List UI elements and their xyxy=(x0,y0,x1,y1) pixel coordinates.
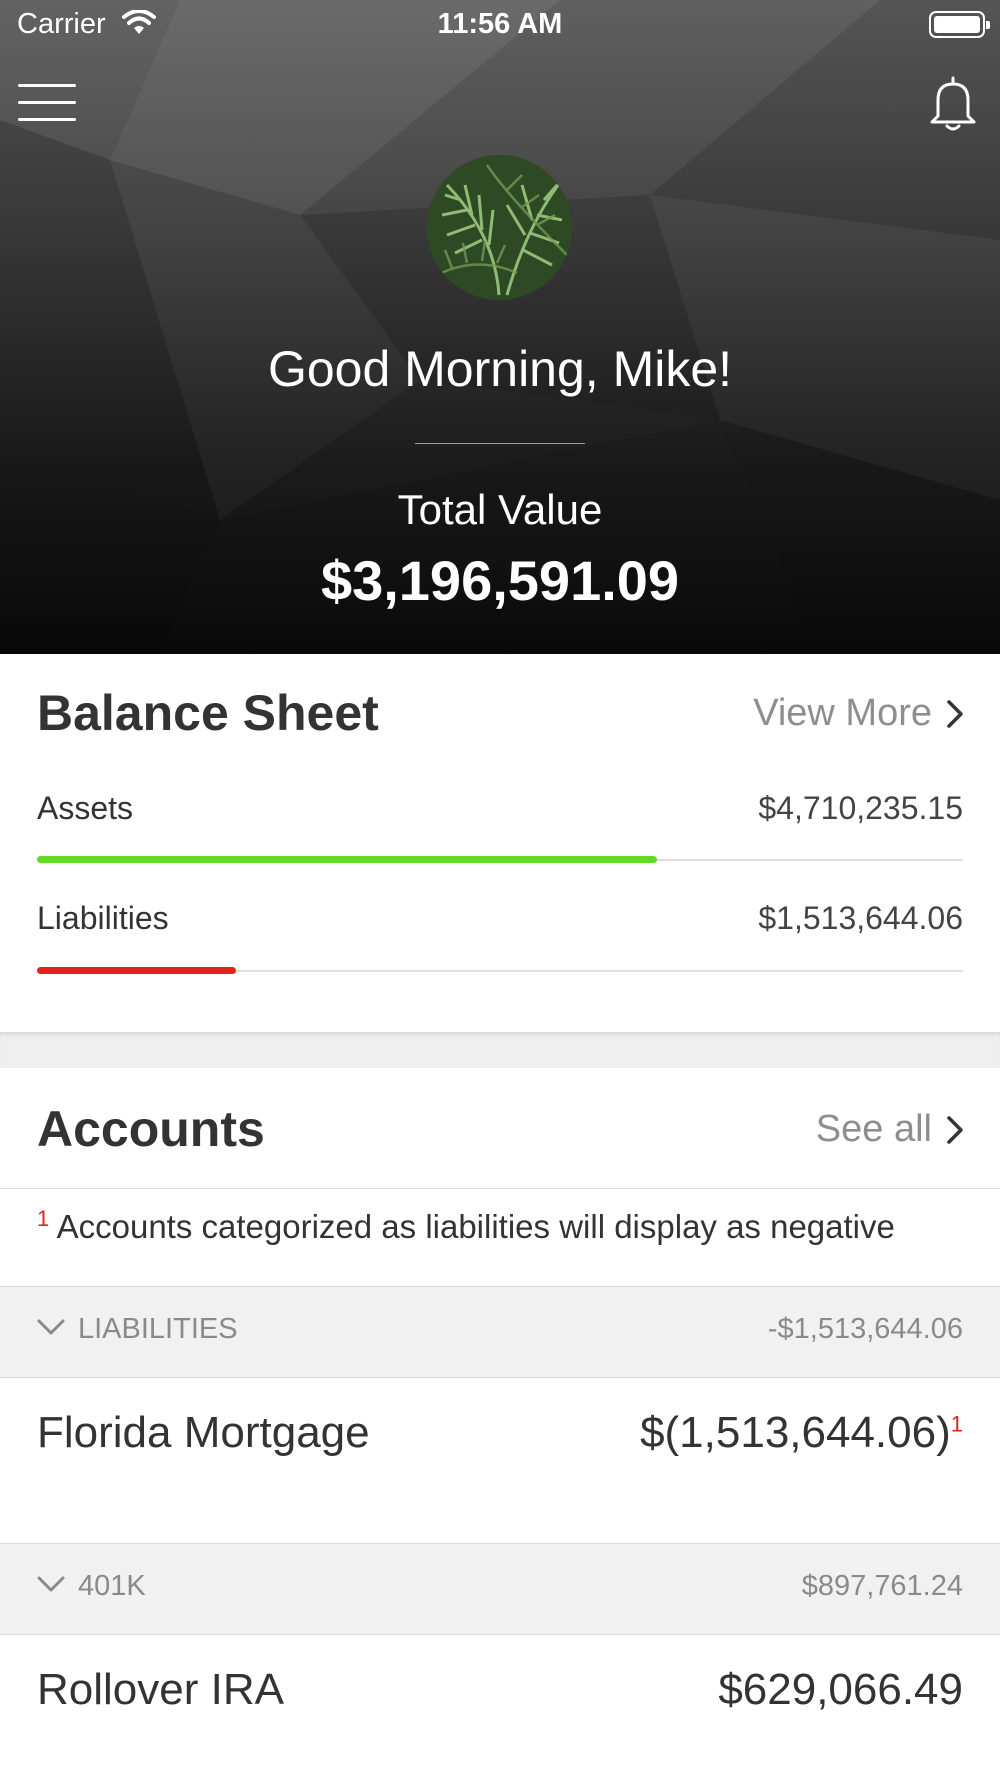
hamburger-menu-icon[interactable] xyxy=(18,82,76,122)
group-total: -$1,513,644.06 xyxy=(767,1313,963,1345)
battery-icon xyxy=(929,11,990,38)
assets-label: Assets xyxy=(37,790,134,826)
group-total: $897,761.24 xyxy=(801,1570,963,1602)
balance-sheet-card: Balance Sheet View More Assets $4,710,23… xyxy=(0,654,1000,1032)
footnote-text: Accounts categorized as liabilities will… xyxy=(56,1208,895,1245)
chevron-right-icon xyxy=(947,1115,963,1144)
see-all-label: See all xyxy=(815,1108,932,1150)
accounts-title: Accounts xyxy=(37,1101,265,1157)
group-name: LIABILITIES xyxy=(78,1313,238,1345)
see-all-link[interactable]: See all xyxy=(816,1108,964,1151)
avatar-image xyxy=(427,155,572,300)
total-value-amount: $3,196,591.09 xyxy=(320,549,680,612)
footnote-marker: 1 xyxy=(37,1206,50,1231)
header-hero: Carrier 11:56 AM Good Morning, Mike! Tot… xyxy=(0,0,1000,654)
footnote-marker: 1 xyxy=(950,1411,963,1437)
accounts-divider xyxy=(0,1188,1000,1189)
group-name: 401K xyxy=(78,1570,146,1602)
avatar[interactable] xyxy=(427,155,572,300)
total-value-label: Total Value xyxy=(397,486,603,533)
liabilities-value: $1,513,644.06 xyxy=(758,900,963,936)
account-row-rollover-ira[interactable]: Rollover IRA $629,066.49 xyxy=(0,1635,1000,1751)
account-row-florida-mortgage[interactable]: Florida Mortgage $(1,513,644.06)1 xyxy=(0,1378,1000,1494)
account-value: $(1,513,644.06)1 xyxy=(640,1408,963,1458)
status-time: 11:56 AM xyxy=(437,8,563,40)
header-divider xyxy=(415,443,585,444)
view-more-label: View More xyxy=(753,692,932,734)
status-bar: Carrier 11:56 AM xyxy=(0,0,1000,50)
liabilities-bar xyxy=(37,967,236,974)
chevron-down-icon xyxy=(37,1576,65,1592)
group-header-401k[interactable]: 401K $897,761.24 xyxy=(0,1543,1000,1635)
liabilities-label: Liabilities xyxy=(37,900,169,936)
account-name: Rollover IRA xyxy=(37,1665,284,1714)
accounts-card: Accounts See all 1 Accounts categorized … xyxy=(0,1068,1000,1778)
chevron-down-icon xyxy=(37,1319,65,1335)
greeting-text: Good Morning, Mike! xyxy=(267,341,733,397)
account-name: Florida Mortgage xyxy=(37,1408,370,1457)
chevron-right-icon xyxy=(947,699,963,728)
view-more-link[interactable]: View More xyxy=(753,692,964,735)
group-header-liabilities[interactable]: LIABILITIES -$1,513,644.06 xyxy=(0,1286,1000,1378)
assets-bar xyxy=(37,856,657,863)
balance-sheet-title: Balance Sheet xyxy=(37,685,379,741)
account-amount: $(1,513,644.06) xyxy=(640,1408,951,1457)
section-separator xyxy=(0,1032,1000,1068)
liabilities-footnote: 1 Accounts categorized as liabilities wi… xyxy=(37,1206,895,1246)
assets-value: $4,710,235.15 xyxy=(758,790,963,826)
bell-icon[interactable] xyxy=(928,74,978,132)
account-amount: $629,066.49 xyxy=(718,1665,963,1714)
